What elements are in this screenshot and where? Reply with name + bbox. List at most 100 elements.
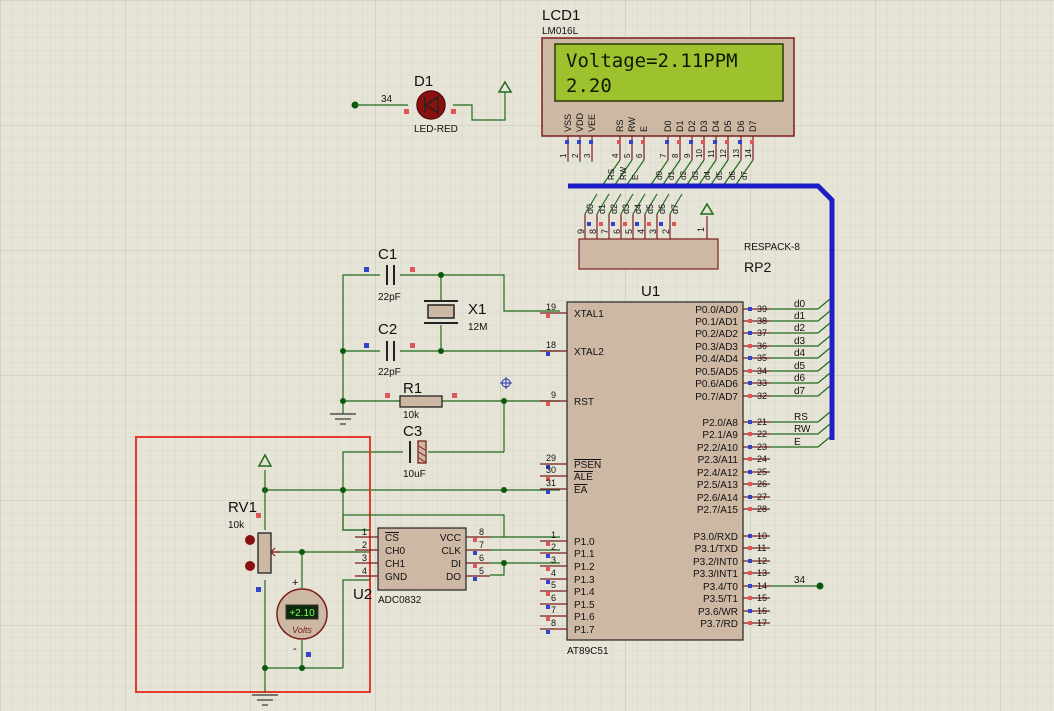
mcu-pin-name: P1.0 (574, 537, 595, 548)
lcd-pin-marker (738, 140, 742, 144)
mcu-pin-num: 12 (757, 556, 767, 566)
mcu-pin-marker (748, 381, 752, 385)
mcu-pin-num: 7 (551, 605, 556, 615)
adc-ref: U2 (353, 586, 372, 603)
rp2-pin-num: 9 (576, 229, 586, 234)
mcu-pin-marker (748, 369, 752, 373)
lcd-net-label: RS (607, 169, 616, 180)
lcd-pin-marker (665, 140, 669, 144)
lcd-net-label: E (631, 175, 640, 180)
mcu-pin-marker (546, 542, 550, 546)
rv1-increase-button[interactable] (245, 535, 255, 545)
adc-pin-name: CH1 (385, 559, 405, 570)
mcu-pin-num: 18 (546, 340, 556, 350)
led-pin-left (404, 109, 409, 114)
rv1-decrease-button[interactable] (245, 561, 255, 571)
mcu-pin-num: 36 (757, 341, 767, 351)
adc-pin-num: 4 (362, 566, 367, 576)
mcu-pin-marker (748, 307, 752, 311)
lcd-pin-marker (577, 140, 581, 144)
rp2-pin-marker (587, 222, 591, 226)
mcu-pin-num: 8 (551, 618, 556, 628)
c1-ref: C1 (378, 246, 397, 263)
adc-pin-marker (473, 577, 477, 581)
mcu-pin-num: 11 (757, 543, 766, 553)
lcd-pin-num: 6 (635, 153, 644, 158)
mcu-pin-num: 19 (546, 302, 556, 312)
mcu-pin-name: EA (574, 485, 588, 496)
mcu-pin-marker (748, 482, 752, 486)
rp2-pin-num: 8 (588, 229, 598, 234)
rp2-pin-num: 7 (600, 229, 610, 234)
mcu-pin-marker (546, 630, 550, 634)
adc-pin-name: CLK (442, 546, 462, 557)
lcd-pin-num: 14 (744, 149, 753, 158)
mcu-component[interactable]: U1 AT89C51 19XTAL118XTAL29RST29PSEN30ALE… (540, 283, 770, 657)
mcu-pin-name: ALE (574, 472, 593, 483)
mcu-pin-marker (546, 580, 550, 584)
mcu-pin-marker (748, 344, 752, 348)
lcd-net-label: d2 (679, 171, 688, 180)
adc-pin-num: 3 (362, 553, 367, 563)
schematic-canvas[interactable]: LCD1 LM016L Voltage=2.11PPM 2.20 VSS 1 VDD… (0, 0, 1054, 711)
mcu-pin-num: 14 (757, 581, 767, 591)
mcu-pin-marker (748, 457, 752, 461)
lcd-pin-marker (725, 140, 729, 144)
lcd-line-2: 2.20 (566, 75, 612, 97)
mcu-pin-name: P0.2/AD2 (695, 329, 738, 340)
mcu-pin-num: 34 (757, 366, 767, 376)
mcu-net-label: RS (794, 412, 808, 423)
rp2-pin-marker (623, 222, 627, 226)
mcu-pin-num: 23 (757, 442, 767, 452)
rp2-type: RESPACK-8 (744, 242, 800, 253)
adc-pin-num: 1 (362, 527, 367, 537)
rp2-pin-marker (611, 222, 615, 226)
adc-pin-num: 6 (479, 553, 484, 563)
mcu-pin-num: 1 (551, 530, 556, 540)
lcd-net-label: d0 (655, 171, 664, 180)
lcd-pin-marker (713, 140, 717, 144)
mcu-pin-num: 24 (757, 454, 767, 464)
mcu-pin-num: 17 (757, 618, 767, 628)
mcu-net-label: d6 (794, 373, 806, 384)
adc-pin-num: 8 (479, 527, 484, 537)
mcu-pin-num: 13 (757, 568, 767, 578)
mcu-pin-name: P1.6 (574, 612, 595, 623)
mcu-net-label: d4 (794, 348, 806, 359)
rv1-ref: RV1 (228, 499, 257, 516)
adc-pin-name: GND (385, 572, 407, 583)
mcu-pin-marker (546, 605, 550, 609)
rp2-pin-num: 5 (624, 229, 634, 234)
lcd-pin-name: RS (615, 119, 625, 132)
lcd-pin-name: D6 (736, 120, 746, 132)
lcd-pin-num: 13 (732, 149, 741, 158)
mcu-pin-marker (748, 356, 752, 360)
rp2-pin-marker (659, 222, 663, 226)
lcd-pin-name: D5 (723, 120, 733, 132)
rp2-pin-num: 2 (661, 229, 671, 234)
adc-pin-name: DI (451, 559, 461, 570)
mcu-pin-marker (748, 394, 752, 398)
voltmeter-minus: - (293, 643, 297, 655)
rp2-net-label: d6 (657, 204, 667, 214)
mcu-pin-num: 22 (757, 429, 767, 439)
mcu-pin-marker (546, 402, 550, 406)
lcd-model: LM016L (542, 26, 579, 37)
led-net-label: 34 (381, 94, 393, 105)
mcu-pin-name: P0.7/AD7 (695, 392, 738, 403)
mcu-pin-marker (748, 609, 752, 613)
lcd-pin-name: E (639, 126, 649, 132)
lcd-pin-num: 1 (559, 153, 568, 158)
mcu-pin-name: P2.0/A8 (702, 418, 738, 429)
lcd-pin-marker (701, 140, 705, 144)
adc-type: ADC0832 (378, 595, 422, 606)
lcd-pin-num: 5 (623, 153, 632, 158)
mcu-pin-marker (748, 507, 752, 511)
mcu-pin-name: P3.0/RXD (694, 532, 738, 543)
mcu-pin-marker (748, 584, 752, 588)
lcd-pin-marker (565, 140, 569, 144)
rp2-pin-num: 3 (648, 229, 658, 234)
rp2-net-label: d5 (645, 204, 655, 214)
mcu-pin-marker (748, 432, 752, 436)
lcd-pin-num: 7 (659, 153, 668, 158)
